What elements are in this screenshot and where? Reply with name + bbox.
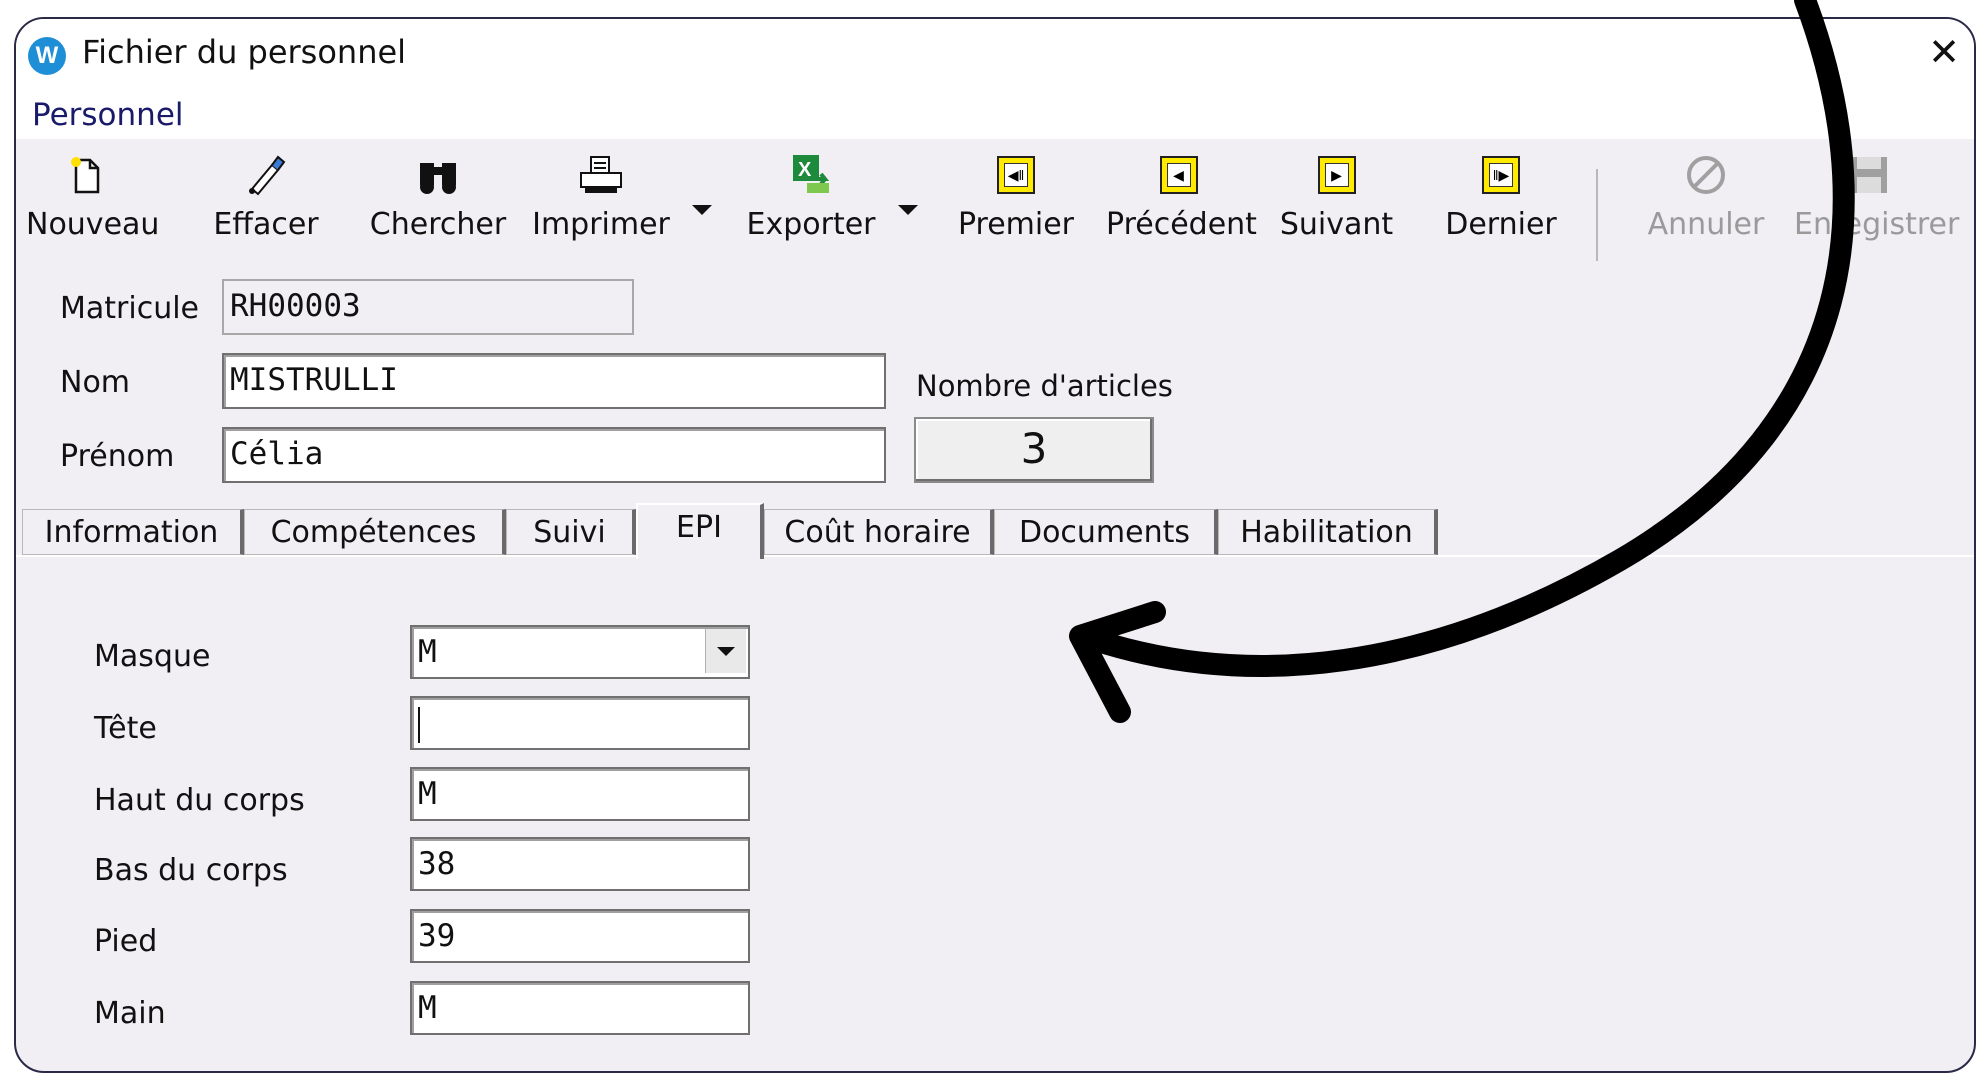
last-label: Dernier <box>1445 207 1557 242</box>
save-icon <box>1794 149 1944 201</box>
epi-panel: Masque M Tête Haut du corps M Bas du cor… <box>16 557 1974 1071</box>
prenom-label: Prénom <box>60 439 175 474</box>
new-button[interactable]: Nouveau <box>26 149 160 264</box>
svg-text:X: X <box>798 159 812 181</box>
next-record-icon: ▶ <box>1317 156 1356 194</box>
printer-icon <box>531 149 671 201</box>
print-button[interactable]: Imprimer <box>531 149 671 264</box>
export-label: Exporter <box>746 207 876 242</box>
last-record-button[interactable]: ‖▶ Dernier <box>1436 149 1566 264</box>
bas-du-corps-label: Bas du corps <box>94 853 288 888</box>
previous-record-button[interactable]: ◀ Précédent <box>1106 149 1257 264</box>
main-field[interactable]: M <box>410 981 750 1035</box>
cancel-label: Annuler <box>1647 207 1765 242</box>
save-button[interactable]: Enregistrer <box>1794 149 1960 264</box>
tab-information[interactable]: Information <box>22 509 244 555</box>
first-record-button[interactable]: ◀‖ Premier <box>951 149 1081 264</box>
tab-documents[interactable]: Documents <box>994 509 1218 555</box>
erase-label: Effacer <box>213 207 319 242</box>
export-dropdown-arrow[interactable] <box>898 205 918 215</box>
masque-label: Masque <box>94 639 211 674</box>
masque-select[interactable]: M <box>410 625 750 679</box>
last-record-icon: ‖▶ <box>1482 156 1520 194</box>
masque-dropdown-button[interactable] <box>705 629 746 673</box>
first-label: Premier <box>957 207 1075 242</box>
first-record-icon: ◀‖ <box>997 156 1035 194</box>
previous-record-icon: ◀ <box>1159 156 1198 194</box>
nom-label: Nom <box>60 365 131 400</box>
title-bar: W Fichier du personnel ✕ <box>16 19 1974 83</box>
app-logo-icon: W <box>28 37 66 75</box>
tab-cout-horaire[interactable]: Coût horaire <box>764 509 994 555</box>
pied-label: Pied <box>94 924 158 959</box>
text-cursor <box>418 706 420 743</box>
tab-suivi[interactable]: Suivi <box>506 509 636 555</box>
print-dropdown-arrow[interactable] <box>692 205 712 215</box>
toolbar-separator <box>1596 169 1598 261</box>
haut-du-corps-field[interactable]: M <box>410 767 750 821</box>
toolbar: Nouveau Effacer Chercher Imprimer X Expo <box>16 139 1974 274</box>
nom-field[interactable]: MISTRULLI <box>222 353 886 409</box>
close-button[interactable]: ✕ <box>1924 33 1964 73</box>
save-label: Enregistrer <box>1794 207 1960 242</box>
pied-field[interactable]: 39 <box>410 909 750 963</box>
app-window: W Fichier du personnel ✕ Personnel Nouve… <box>14 17 1976 1073</box>
matricule-field: RH00003 <box>222 279 634 335</box>
new-label: Nouveau <box>26 207 160 242</box>
prenom-field[interactable]: Célia <box>222 427 886 483</box>
tab-habilitation[interactable]: Habilitation <box>1218 509 1438 555</box>
tab-epi[interactable]: EPI <box>636 503 764 559</box>
tab-competences[interactable]: Compétences <box>244 509 506 555</box>
previous-label: Précédent <box>1106 207 1257 242</box>
search-button[interactable]: Chercher <box>368 149 508 264</box>
next-record-button[interactable]: ▶ Suivant <box>1274 149 1399 264</box>
next-label: Suivant <box>1279 207 1394 242</box>
excel-export-icon: X <box>741 149 881 201</box>
eraser-icon <box>206 149 326 201</box>
bas-du-corps-field[interactable]: 38 <box>410 837 750 891</box>
tete-label: Tête <box>94 711 157 746</box>
new-document-icon <box>26 149 146 201</box>
tab-bar: Information Compétences Suivi EPI Coût h… <box>16 503 1974 559</box>
tete-field[interactable] <box>410 696 750 750</box>
export-button[interactable]: X Exporter <box>741 149 881 264</box>
menu-personnel[interactable]: Personnel <box>32 97 184 133</box>
cancel-icon <box>1641 149 1771 201</box>
erase-button[interactable]: Effacer <box>206 149 326 264</box>
articles-count: 3 <box>914 417 1154 483</box>
print-label: Imprimer <box>532 207 670 242</box>
cancel-button[interactable]: Annuler <box>1641 149 1771 264</box>
matricule-label: Matricule <box>60 291 199 326</box>
masque-value: M <box>418 634 437 670</box>
articles-count-label: Nombre d'articles <box>916 369 1173 403</box>
main-label: Main <box>94 996 166 1031</box>
window-title: Fichier du personnel <box>82 33 407 71</box>
binoculars-icon <box>368 149 508 201</box>
haut-du-corps-label: Haut du corps <box>94 783 305 818</box>
menu-bar: Personnel <box>16 83 1974 139</box>
search-label: Chercher <box>369 207 507 242</box>
